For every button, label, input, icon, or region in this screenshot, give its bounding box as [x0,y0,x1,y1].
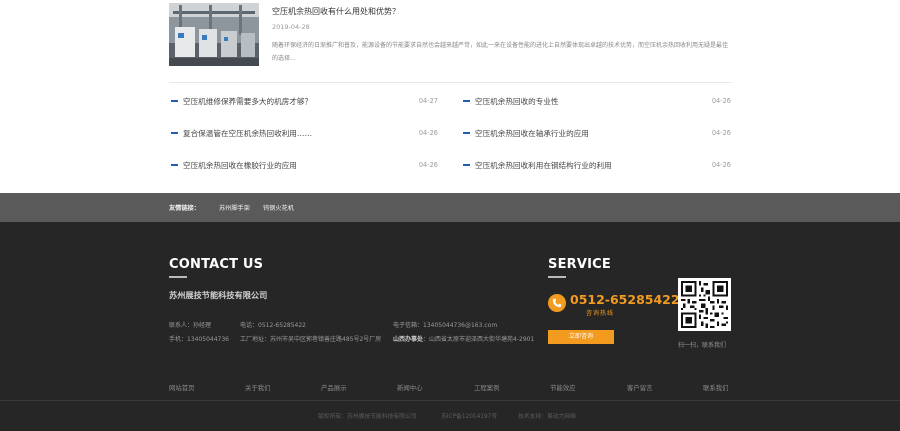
news-item[interactable]: 空压机余热回收的专业性 04-26 [461,96,731,106]
featured-news-summary: 随着环保经济的日渐推广和普及，能源设备的节能要求自然也会越来越严苛，如此一来在设… [272,42,729,62]
featured-news[interactable]: 空压机余热回收有什么用处和优势？ 2019-04-28 随着环保经济的日渐推广和… [169,0,732,80]
page: 空压机余热回收有什么用处和优势？ 2019-04-28 随着环保经济的日渐推广和… [0,0,900,431]
footer-nav-news[interactable]: 新闻中心 [397,383,423,392]
news-divider [169,82,732,83]
featured-news-date: 2019-04-28 [272,23,310,31]
news-title[interactable]: 空压机余热回收利用在钢结构行业的利用 [475,160,612,171]
list-bullet-icon [171,132,178,134]
news-date: 04-26 [418,129,438,137]
news-date: 04-26 [711,129,731,137]
hotline-label: 咨询热线 [586,310,615,317]
footer-nav-contact[interactable]: 联系我们 [703,383,729,392]
news-item[interactable]: 空压机维修保养需要多大的机房才够？ 04-27 [169,96,438,106]
footer-nav-effects[interactable]: 节能效应 [550,383,576,392]
company-name: 苏州展技节能科技有限公司 [169,290,268,300]
heading-underline [169,276,187,278]
contact-email[interactable]: 电子信箱：13405044736@163.com [393,320,497,329]
contact-heading: CONTACT US [169,257,264,272]
qr-code [678,278,731,331]
factory-address: 工厂地址：苏州市吴中区郭巷镇善庄路485号2号厂房 [240,336,382,343]
list-bullet-icon [171,100,178,102]
office-label: 山西办事处 [393,336,424,343]
service-phone: 0512-65285422 [570,292,680,307]
news-title[interactable]: 空压机余热回收在轴承行业的应用 [475,128,589,139]
consult-button[interactable]: 立即咨询 [548,330,614,344]
icp-number[interactable]: 苏ICP备12014197号 [441,411,497,420]
office-address-text: ：山西省太原市迎泽西大街华塘苑4-2901 [423,336,535,343]
featured-news-image[interactable] [169,3,259,66]
phone-icon [548,294,566,312]
footer-nav-messages[interactable]: 客户留言 [627,383,653,392]
news-item[interactable]: 空压机余热回收在轴承行业的应用 04-26 [461,128,731,138]
contact-person: 联系人：孙经理 [169,322,212,329]
news-date: 04-26 [711,97,731,105]
news-date: 04-26 [711,161,731,169]
news-date: 04-26 [418,161,438,169]
footer-separator [0,400,900,401]
service-heading: SERVICE [548,257,611,272]
friendly-links-label: 友情链接： [169,205,200,212]
contact-mobile: 手机：13405044736 [169,336,229,343]
friendly-link[interactable]: 苏州脚手架 [219,203,250,212]
news-item[interactable]: 空压机余热回收利用在钢结构行业的利用 04-26 [461,160,731,170]
news-title[interactable]: 空压机余热回收的专业性 [475,96,559,107]
contact-tel: 电话：0512-65285422 [240,322,306,329]
tech-support[interactable]: 技术支持：易动力网络 [518,411,576,420]
news-date: 04-27 [418,97,438,105]
copyright-owner: 版权所有：苏州展技节能科技有限公司 [318,414,417,420]
qr-caption: 扫一扫，联系我们 [678,342,727,349]
footer-nav-cases[interactable]: 工程案例 [474,383,500,392]
news-title[interactable]: 复合保温管在空压机余热回收利用…… [183,128,312,139]
news-item[interactable]: 空压机余热回收在橡胶行业的应用 04-26 [169,160,438,170]
news-title[interactable]: 空压机余热回收在橡胶行业的应用 [183,160,297,171]
news-item[interactable]: 复合保温管在空压机余热回收利用…… 04-26 [169,128,438,138]
list-bullet-icon [463,164,470,166]
footer: CONTACT US 苏州展技节能科技有限公司 联系人：孙经理 电话：0512-… [0,222,900,431]
list-bullet-icon [463,100,470,102]
featured-news-title[interactable]: 空压机余热回收有什么用处和优势？ [272,6,400,17]
footer-nav-about[interactable]: 关于我们 [245,383,271,392]
friendly-links-bar: 友情链接： 苏州脚手架 钨钢火花机 [0,193,900,222]
heading-underline [548,276,566,278]
friendly-link[interactable]: 钨钢火花机 [263,203,294,212]
list-bullet-icon [463,132,470,134]
office-address: 山西办事处：山西省太原市迎泽西大街华塘苑4-2901 [393,334,534,343]
list-bullet-icon [171,164,178,166]
footer-nav-products[interactable]: 产品展示 [321,383,347,392]
news-title[interactable]: 空压机维修保养需要多大的机房才够？ [183,96,312,107]
footer-nav-home[interactable]: 网站首页 [169,383,195,392]
